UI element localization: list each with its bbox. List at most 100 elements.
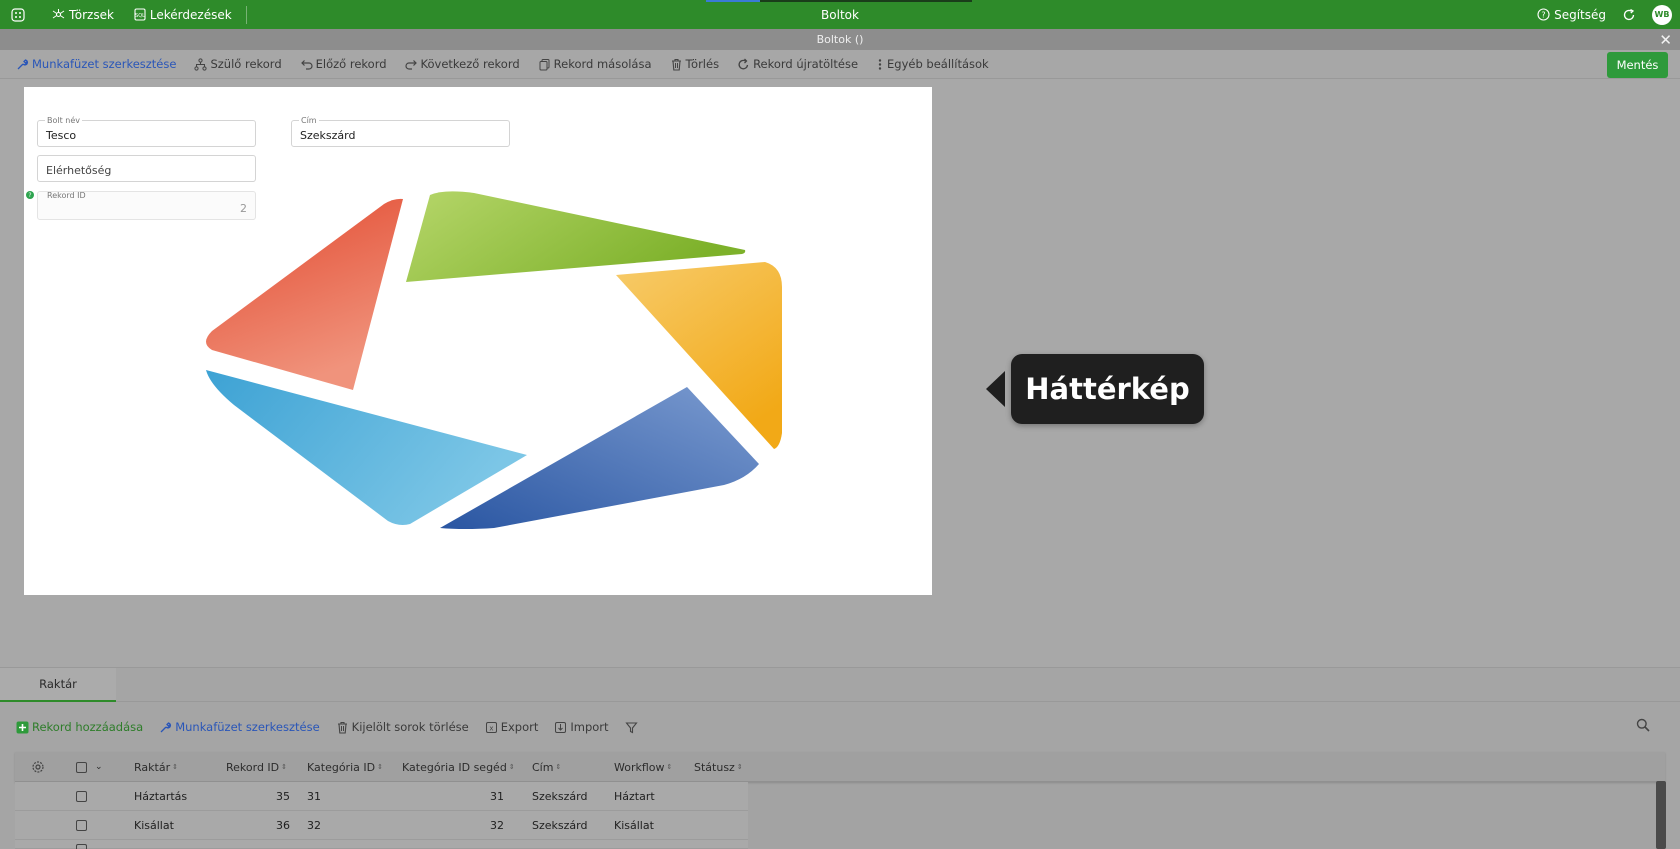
column-header-kategoria-id[interactable]: Kategória ID ⇕: [307, 752, 383, 782]
top-accent-line: [706, 0, 972, 2]
top-accent-highlight: [706, 0, 760, 2]
trash-icon: [671, 58, 681, 71]
select-all-box[interactable]: [76, 761, 87, 773]
tab-raktar[interactable]: Raktár: [0, 668, 116, 702]
hierarchy-icon: [194, 57, 208, 71]
nav-divider: [245, 5, 247, 24]
search-button[interactable]: [1636, 718, 1650, 735]
column-header-kategoria-seged[interactable]: Kategória ID segéd ⇕: [402, 752, 515, 782]
svg-text:?: ?: [1541, 11, 1545, 20]
copy-record-button[interactable]: Rekord másolása: [538, 57, 652, 71]
copy-record-label: Rekord másolása: [553, 57, 652, 71]
grid-edit-workbook-label: Munkafüzet szerkesztése: [175, 720, 320, 734]
row-checkbox[interactable]: [76, 820, 87, 831]
table-scrollbar[interactable]: [1656, 781, 1666, 849]
raktar-table: ⌄ Raktár ⇕ Rekord ID ⇕ Kategória ID ⇕ Kateg…: [15, 752, 1665, 849]
copy-icon: [539, 58, 550, 70]
parent-record-button[interactable]: Szülő rekord: [194, 57, 282, 71]
previous-record-button[interactable]: Előző rekord: [300, 57, 387, 71]
sort-icon: ⇕: [736, 762, 743, 771]
next-record-button[interactable]: Következő rekord: [405, 57, 520, 71]
cell-kategoria-seged: 32: [490, 819, 504, 832]
svg-text:SQL: SQL: [135, 13, 145, 19]
close-icon[interactable]: ✕: [1659, 31, 1672, 49]
table-row[interactable]: Háztartás 35 31 31 Szekszárd Háztart: [15, 782, 748, 811]
help-label: Segítség: [1554, 7, 1606, 22]
column-workflow-label: Workflow: [614, 760, 665, 774]
more-settings-label: Egyéb beállítások: [887, 57, 989, 71]
export-button[interactable]: x Export: [485, 720, 538, 734]
sort-icon: ⇕: [377, 762, 383, 771]
export-icon: x: [485, 721, 497, 733]
nav-torzsek[interactable]: Törzsek: [42, 0, 124, 29]
nav-lekerdezesek-label: Lekérdezések: [149, 7, 232, 22]
lower-tabs: Raktár: [0, 667, 1680, 702]
form-canvas: Bolt név Tesco Cím Szekszárd Elérhetőség…: [24, 87, 932, 595]
sort-icon: ⇕: [281, 762, 288, 771]
svg-text:x: x: [489, 724, 493, 732]
background-image-tooltip: Háttérkép: [1011, 354, 1204, 424]
sort-icon: ⇕: [508, 762, 515, 771]
sort-icon: ⇕: [666, 762, 673, 771]
column-header-workflow[interactable]: Workflow ⇕: [614, 752, 672, 782]
import-icon: [555, 721, 567, 733]
import-button[interactable]: Import: [554, 720, 609, 734]
column-header-cim[interactable]: Cím ⇕: [532, 752, 561, 782]
avatar[interactable]: WB: [1652, 4, 1672, 25]
grid-edit-workbook-button[interactable]: Munkafüzet szerkesztése: [159, 720, 320, 734]
table-row[interactable]: Kisállat 36 32 32 Szekszárd Kisállat: [15, 811, 748, 840]
cell-raktar: Kisállat: [134, 819, 174, 832]
delete-button[interactable]: Törlés: [670, 57, 719, 71]
table-row-partial[interactable]: [15, 840, 748, 849]
column-header-statusz[interactable]: Státusz ⇕: [694, 752, 743, 782]
select-all-checkbox[interactable]: ⌄: [76, 752, 103, 782]
search-icon: [1636, 718, 1650, 732]
nav-lekerdezesek[interactable]: SQL Lekérdezések: [124, 0, 242, 29]
help-button[interactable]: ? Segítség: [1537, 0, 1606, 29]
wrench-icon: [17, 58, 29, 69]
filter-button[interactable]: [624, 721, 638, 734]
previous-record-label: Előző rekord: [315, 57, 387, 71]
query-icon: SQL: [134, 8, 146, 21]
row-checkbox[interactable]: [76, 844, 87, 849]
column-settings-button[interactable]: [31, 752, 45, 782]
app-title: Boltok: [821, 7, 859, 22]
more-settings-button[interactable]: Egyéb beállítások: [876, 57, 989, 71]
column-kategoria-id-label: Kategória ID: [307, 760, 376, 774]
import-label: Import: [570, 720, 609, 734]
cell-rekord-id: 35: [276, 790, 290, 803]
cell-workflow: Háztart: [614, 790, 655, 803]
apps-button[interactable]: [0, 0, 36, 29]
row-checkbox[interactable]: [76, 791, 87, 802]
cell-kategoria-id: 31: [307, 790, 321, 803]
top-bar: Törzsek SQL Lekérdezések Boltok ? Segíts…: [0, 0, 1680, 29]
grid-toolbar: Rekord hozzáadása Munkafüzet szerkesztés…: [16, 718, 638, 736]
cell-kategoria-seged: 31: [490, 790, 504, 803]
grid-icon: [11, 7, 25, 22]
edit-workbook-label: Munkafüzet szerkesztése: [32, 57, 177, 71]
save-button[interactable]: Mentés: [1607, 52, 1668, 78]
chevron-down-icon[interactable]: ⌄: [95, 762, 103, 772]
filter-icon: [624, 721, 638, 733]
column-header-raktar[interactable]: Raktár ⇕: [134, 752, 178, 782]
column-header-rekord-id[interactable]: Rekord ID ⇕: [226, 752, 287, 782]
logo-segment-red: [206, 198, 403, 390]
window-title-bar: Boltok () ✕: [0, 29, 1680, 50]
parent-record-label: Szülő rekord: [210, 57, 282, 71]
refresh-icon[interactable]: [1622, 8, 1636, 22]
wrench-icon: [160, 721, 172, 732]
lower-panel: Rekord hozzáadása Munkafüzet szerkesztés…: [0, 702, 1680, 849]
add-record-button[interactable]: Rekord hozzáadása: [16, 720, 143, 734]
cell-kategoria-id: 32: [307, 819, 321, 832]
table-header: ⌄ Raktár ⇕ Rekord ID ⇕ Kategória ID ⇕ Kateg…: [15, 752, 1665, 782]
background-logo-image[interactable]: [24, 87, 932, 595]
nav-torzsek-label: Törzsek: [69, 7, 114, 22]
reload-record-button[interactable]: Rekord újratöltése: [737, 57, 858, 71]
window-title: Boltok (): [816, 33, 864, 46]
cell-cim: Szekszárd: [532, 790, 588, 803]
cell-workflow: Kisállat: [614, 819, 654, 832]
edit-workbook-button[interactable]: Munkafüzet szerkesztése: [16, 57, 176, 71]
delete-selected-rows-button[interactable]: Kijelölt sorok törlése: [336, 720, 469, 734]
cell-raktar: Háztartás: [134, 790, 188, 803]
delete-selected-rows-label: Kijelölt sorok törlése: [351, 720, 469, 734]
